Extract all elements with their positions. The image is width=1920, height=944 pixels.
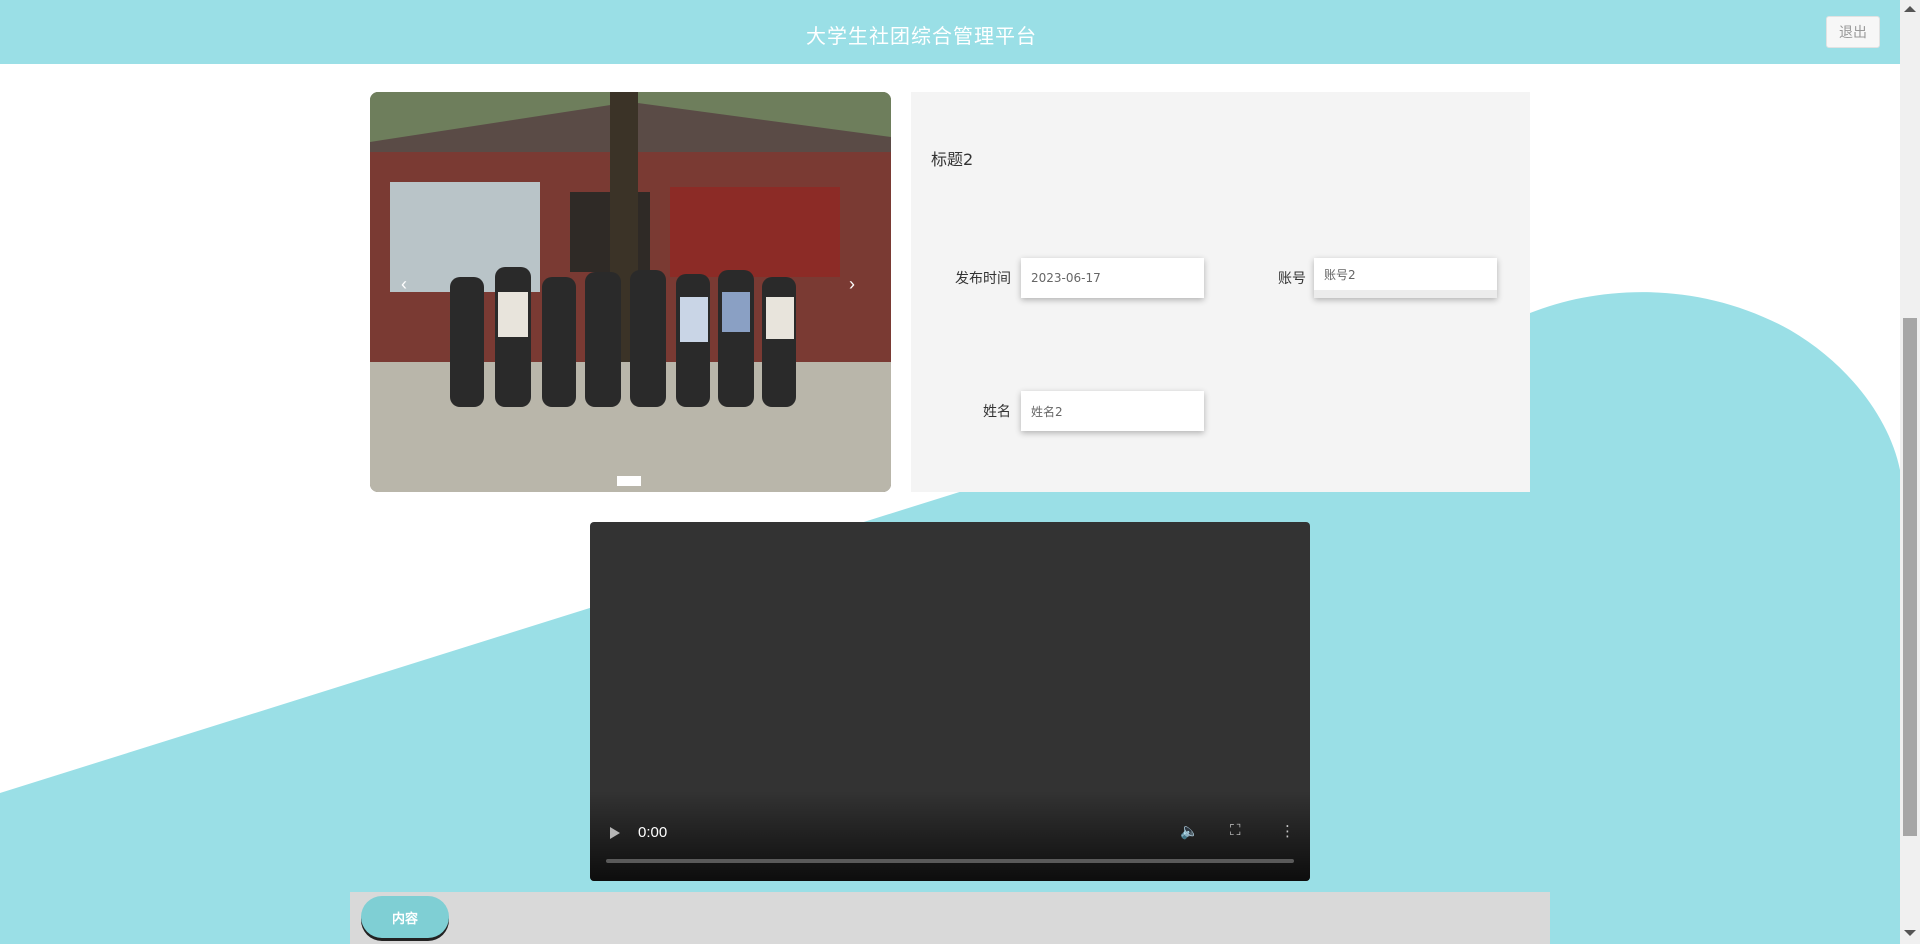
account-field[interactable] xyxy=(1314,258,1497,298)
fullscreen-icon[interactable]: ⛶ xyxy=(1230,822,1241,839)
video-progress-bar[interactable] xyxy=(606,859,1294,863)
top-navbar: 大学生社团综合管理平台 退出 xyxy=(0,0,1900,64)
carousel-next-icon[interactable]: › xyxy=(840,272,864,296)
video-controls xyxy=(590,791,1310,881)
publish-time-label: 发布时间 xyxy=(955,271,1011,287)
video-player[interactable]: 0:00 🔈 ⛶ ⋮ xyxy=(590,522,1310,881)
video-time: 0:00 xyxy=(638,824,668,841)
scrollbar-thumb[interactable] xyxy=(1903,318,1917,836)
app-title: 大学生社团综合管理平台 xyxy=(806,24,1037,48)
account-label: 账号 xyxy=(1278,271,1306,287)
detail-title: 标题2 xyxy=(931,150,974,169)
content-section: 内容 xyxy=(350,892,1550,944)
scroll-down-icon[interactable] xyxy=(1904,930,1916,936)
publish-time-field[interactable] xyxy=(1021,258,1204,298)
carousel-indicator[interactable] xyxy=(617,476,641,486)
more-options-icon[interactable]: ⋮ xyxy=(1280,822,1295,840)
play-icon[interactable] xyxy=(610,827,620,839)
carousel-photo xyxy=(370,92,891,492)
page-scrollbar[interactable] xyxy=(1900,0,1920,944)
content-tab[interactable]: 内容 xyxy=(361,896,449,938)
name-field[interactable] xyxy=(1021,391,1204,431)
image-carousel[interactable]: ‹ › xyxy=(370,92,891,492)
detail-panel: 标题2 发布时间 账号 姓名 xyxy=(911,92,1530,492)
volume-icon[interactable]: 🔈 xyxy=(1180,822,1199,840)
carousel-prev-icon[interactable]: ‹ xyxy=(392,272,416,296)
scroll-up-icon[interactable] xyxy=(1904,6,1916,12)
name-label: 姓名 xyxy=(983,404,1011,420)
logout-button[interactable]: 退出 xyxy=(1826,16,1880,48)
